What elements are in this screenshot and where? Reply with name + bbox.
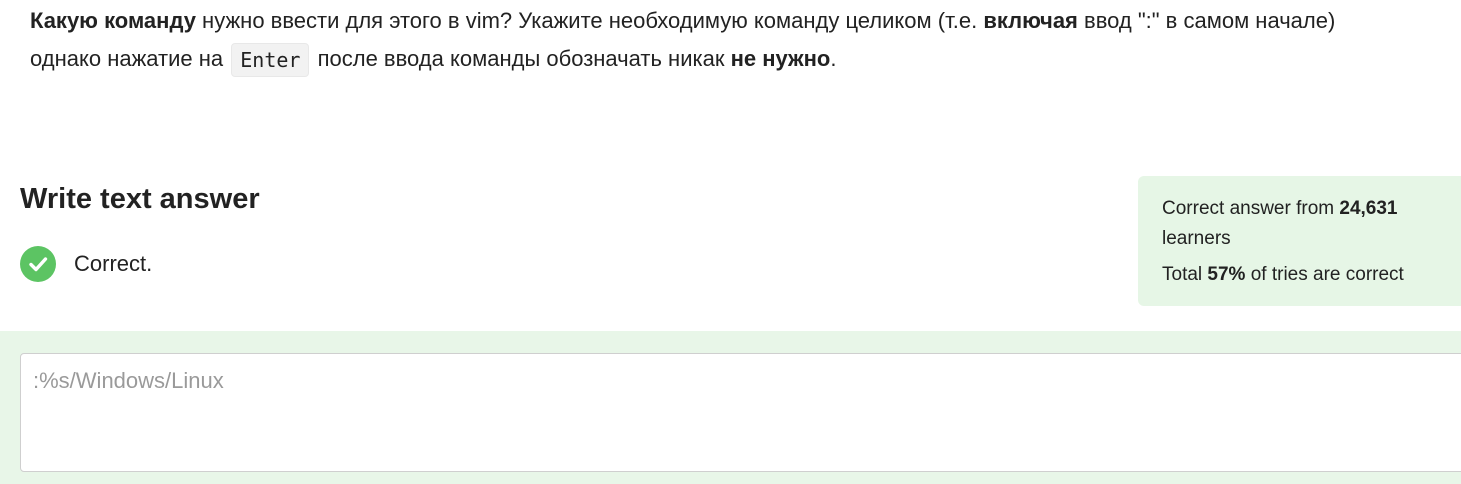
check-circle-icon: [20, 246, 56, 282]
question-fragment: нужно ввести для этого в vim? Укажите не…: [195, 8, 984, 33]
stats-text: Correct answer from: [1162, 198, 1340, 219]
stats-tries: Total 57% of tries are correct: [1162, 260, 1454, 290]
status-text: Correct.: [74, 251, 153, 276]
question-line-2: однако нажатие на Enter после ввода кома…: [30, 40, 1461, 78]
correct-percent: 57%: [1207, 264, 1246, 285]
question-fragment: однако нажатие на: [30, 46, 230, 71]
stats-text: learners: [1162, 228, 1231, 249]
stats-panel: Correct answer from 24,631 learners Total…: [1138, 176, 1461, 306]
inline-code-enter: Enter: [231, 43, 310, 78]
question-line-1: Какую команду нужно ввести для этого в v…: [30, 2, 1461, 40]
page: Какую команду нужно ввести для этого в v…: [0, 0, 1461, 484]
learners-count: 24,631: [1339, 198, 1398, 219]
answer-status: Correct.: [20, 246, 152, 282]
question-fragment: .: [830, 46, 837, 71]
question-bold: не нужно: [730, 46, 831, 71]
question-bold: Какую команду: [30, 8, 196, 33]
answer-textarea[interactable]: :%s/Windows/Linux: [20, 353, 1461, 472]
answer-section-title: Write text answer: [20, 183, 260, 215]
stats-text: of tries are correct: [1245, 264, 1404, 285]
checkmark-icon: [29, 257, 48, 272]
stats-learners: Correct answer from 24,631 learners: [1162, 194, 1454, 254]
question-bold: включая: [983, 8, 1078, 33]
question-fragment: после ввода команды обозначать никак: [311, 46, 731, 71]
question-fragment: ввод ":" в самом начале): [1077, 8, 1336, 33]
stats-text: Total: [1162, 264, 1208, 285]
question-text: Какую команду нужно ввести для этого в v…: [30, 2, 1461, 78]
